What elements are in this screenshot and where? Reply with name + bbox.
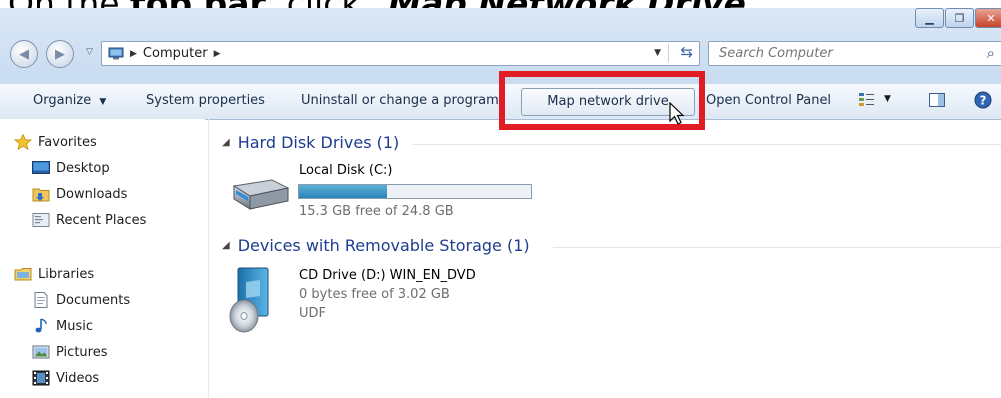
documents-icon	[34, 292, 48, 308]
open-control-panel-button[interactable]: Open Control Panel	[706, 92, 834, 110]
breadcrumb-arrow-icon[interactable]: ▶	[214, 49, 221, 59]
search-box[interactable]: ⌕	[708, 41, 1001, 66]
help-icon[interactable]: ?	[974, 91, 992, 109]
sidebar-item-recent-places[interactable]: Recent Places	[32, 212, 146, 228]
desktop-label: Desktop	[56, 160, 110, 176]
sidebar-item-documents[interactable]: Documents	[32, 292, 130, 308]
sidebar-item-pictures[interactable]: Pictures	[32, 344, 107, 360]
downloads-label: Downloads	[56, 186, 128, 202]
recent-pages-dropdown-icon[interactable]: ▽	[86, 47, 93, 57]
system-properties-button[interactable]: System properties	[146, 92, 265, 110]
hard-disk-drives-label: Hard Disk Drives (1)	[237, 133, 400, 152]
search-icon[interactable]: ⌕	[987, 44, 995, 62]
chevron-down-icon: ▼	[99, 97, 107, 107]
pictures-label: Pictures	[56, 344, 108, 360]
disk-usage-fill	[299, 185, 388, 198]
organize-menu[interactable]: Organize ▼	[33, 92, 106, 110]
breadcrumb-arrow-icon[interactable]: ▶	[130, 49, 137, 59]
videos-label: Videos	[56, 370, 100, 386]
group-divider	[412, 144, 1001, 145]
local-disk-free-space: 15.3 GB free of 24.8 GB	[299, 204, 454, 219]
breadcrumb-computer[interactable]: Computer	[143, 46, 208, 61]
pane-divider[interactable]	[208, 119, 209, 398]
address-bar[interactable]: ▶ Computer ▶ ▼ ⇆	[101, 41, 700, 66]
recent-places-label: Recent Places	[56, 212, 147, 228]
removable-storage-group-header[interactable]: ◢ Devices with Removable Storage (1)	[222, 236, 530, 255]
view-options-button[interactable]: ▼	[858, 91, 891, 107]
organize-label: Organize	[33, 93, 92, 108]
computer-icon	[108, 47, 124, 60]
svg-text:?: ?	[980, 94, 987, 108]
collapse-triangle-icon: ◢	[222, 240, 230, 251]
preview-pane-icon[interactable]	[928, 92, 946, 108]
documents-label: Documents	[56, 292, 131, 308]
group-divider	[553, 247, 1001, 248]
back-arrow-icon[interactable]: ◀	[10, 40, 38, 68]
videos-icon	[32, 370, 50, 386]
desktop-icon	[32, 161, 50, 174]
uninstall-program-button[interactable]: Uninstall or change a program	[301, 92, 503, 110]
sidebar-item-music[interactable]: Music	[32, 318, 93, 334]
disk-usage-bar	[298, 184, 532, 199]
restore-icon[interactable]: ❐	[945, 8, 974, 28]
music-icon	[35, 318, 47, 333]
view-options-icon	[859, 93, 874, 106]
sidebar-item-favorites[interactable]: Favorites	[14, 134, 97, 150]
close-icon[interactable]: ✕	[975, 8, 1001, 28]
collapse-triangle-icon: ◢	[222, 137, 230, 148]
recent-places-icon	[32, 213, 50, 227]
sidebar-item-downloads[interactable]: Downloads	[32, 186, 127, 202]
star-icon	[14, 134, 32, 150]
favorites-label: Favorites	[38, 134, 97, 150]
cd-drive-icon[interactable]	[228, 266, 274, 338]
libraries-icon	[14, 268, 32, 281]
sidebar-item-videos[interactable]: Videos	[32, 370, 99, 386]
address-separator	[668, 44, 669, 62]
hard-disk-drives-group-header[interactable]: ◢ Hard Disk Drives (1)	[222, 133, 399, 152]
address-dropdown-icon[interactable]: ▼	[654, 48, 661, 58]
libraries-label: Libraries	[38, 266, 95, 282]
cd-drive-filesystem: UDF	[299, 306, 327, 321]
pictures-icon	[32, 345, 50, 359]
refresh-icon[interactable]: ⇆	[680, 43, 693, 61]
cd-drive-free-space: 0 bytes free of 3.02 GB	[299, 287, 450, 302]
sidebar-item-desktop[interactable]: Desktop	[32, 160, 110, 176]
window-controls: ▁ ❐ ✕	[914, 8, 1001, 28]
local-disk-name[interactable]: Local Disk (C:)	[299, 163, 392, 178]
chevron-down-icon: ▼	[884, 94, 891, 104]
forward-arrow-icon[interactable]: ▶	[46, 40, 74, 68]
removable-storage-label: Devices with Removable Storage (1)	[237, 236, 530, 255]
music-label: Music	[56, 318, 93, 334]
hard-disk-drive-icon[interactable]	[228, 178, 290, 212]
cd-drive-name[interactable]: CD Drive (D:) WIN_EN_DVD	[299, 268, 476, 283]
minimize-icon[interactable]: ▁	[915, 8, 944, 28]
search-input[interactable]	[709, 45, 971, 62]
downloads-folder-icon	[32, 188, 50, 202]
navigation-pane: Favorites Desktop Downloads Recent Place…	[0, 119, 205, 398]
sidebar-item-libraries[interactable]: Libraries	[14, 266, 94, 282]
mouse-cursor-icon	[669, 102, 685, 125]
